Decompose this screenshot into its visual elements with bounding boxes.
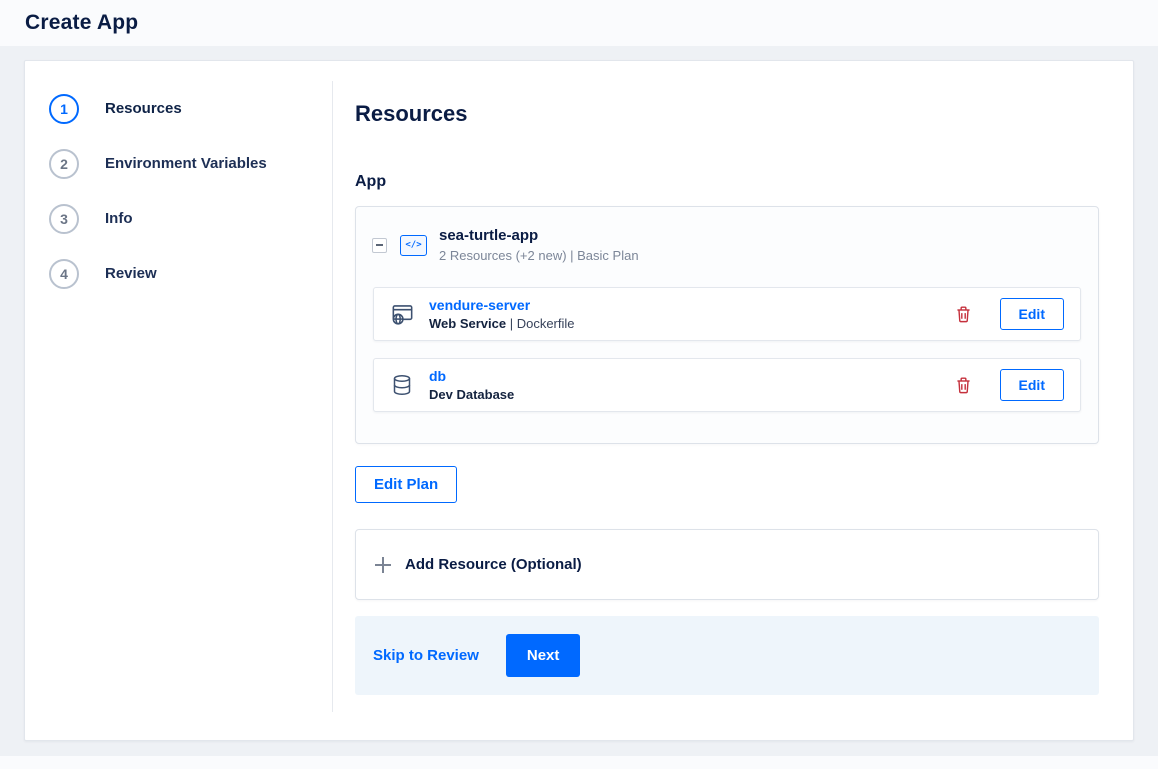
step-review[interactable]: 4 Review [49,246,332,301]
step-environment-variables[interactable]: 2 Environment Variables [49,136,332,191]
skip-to-review-link[interactable]: Skip to Review [373,647,479,664]
app-card-header: </> sea-turtle-app 2 Resources (+2 new) … [356,207,1098,287]
wizard-footer-bar: Skip to Review Next [355,616,1099,695]
wizard-stepper: 1 Resources 2 Environment Variables 3 In… [25,81,333,712]
step-3-circle: 3 [49,203,79,234]
resource-detail: | Dockerfile [506,316,575,331]
resource-actions: Edit [954,369,1064,401]
step-4-circle: 4 [49,258,79,289]
app-titleblock: sea-turtle-app 2 Resources (+2 new) | Ba… [439,227,639,263]
app-card: </> sea-turtle-app 2 Resources (+2 new) … [355,206,1099,444]
create-app-wizard-card: 1 Resources 2 Environment Variables 3 In… [24,60,1134,741]
resource-row-db: db Dev Database Edit [373,358,1081,412]
page-footer-strip [0,756,1158,769]
resource-row-vendure-server: vendure-server Web Service | Dockerfile [373,287,1081,341]
resource-type: Web Service [429,316,507,331]
step-1-label: Resources [105,100,182,117]
step-info[interactable]: 3 Info [49,191,332,246]
resource-rows: vendure-server Web Service | Dockerfile [356,287,1098,443]
page-header [0,0,1158,46]
next-button[interactable]: Next [505,634,581,677]
resource-name-link[interactable]: vendure-server [429,297,575,313]
step-2-circle: 2 [49,148,79,179]
resource-subtitle: Web Service | Dockerfile [429,316,575,331]
content-heading: Resources [355,101,468,126]
step-3-label: Info [105,210,133,227]
resource-textblock: db Dev Database [429,368,514,402]
resource-subtitle: Dev Database [429,387,514,402]
step-4-label: Review [105,265,157,282]
app-section-label: App [355,173,387,190]
resource-actions: Edit [954,298,1064,330]
collapse-icon[interactable] [372,237,387,253]
step-resources[interactable]: 1 Resources [49,81,332,136]
step-2-label: Environment Variables [105,155,267,172]
code-icon: </> [400,234,427,256]
web-service-icon [390,302,416,327]
delete-resource-icon[interactable] [954,304,973,325]
app-subtitle: 2 Resources (+2 new) | Basic Plan [439,248,639,263]
add-resource-card[interactable]: Add Resource (Optional) [355,529,1099,600]
wizard-content: Resources App </> sea-turtle-app 2 Resou… [333,61,1133,740]
database-icon [390,373,416,397]
resource-type: Dev Database [429,387,515,402]
delete-resource-icon[interactable] [954,375,973,396]
edit-resource-button[interactable]: Edit [999,298,1064,330]
edit-plan-button[interactable]: Edit Plan [355,466,458,503]
edit-resource-button[interactable]: Edit [999,369,1064,401]
resource-textblock: vendure-server Web Service | Dockerfile [429,297,575,331]
add-resource-label: Add Resource (Optional) [405,556,582,573]
plus-icon [375,556,391,573]
step-1-circle: 1 [49,93,79,124]
resource-name-link[interactable]: db [429,368,514,384]
page-title: Create App [25,11,139,34]
app-name: sea-turtle-app [439,227,539,244]
